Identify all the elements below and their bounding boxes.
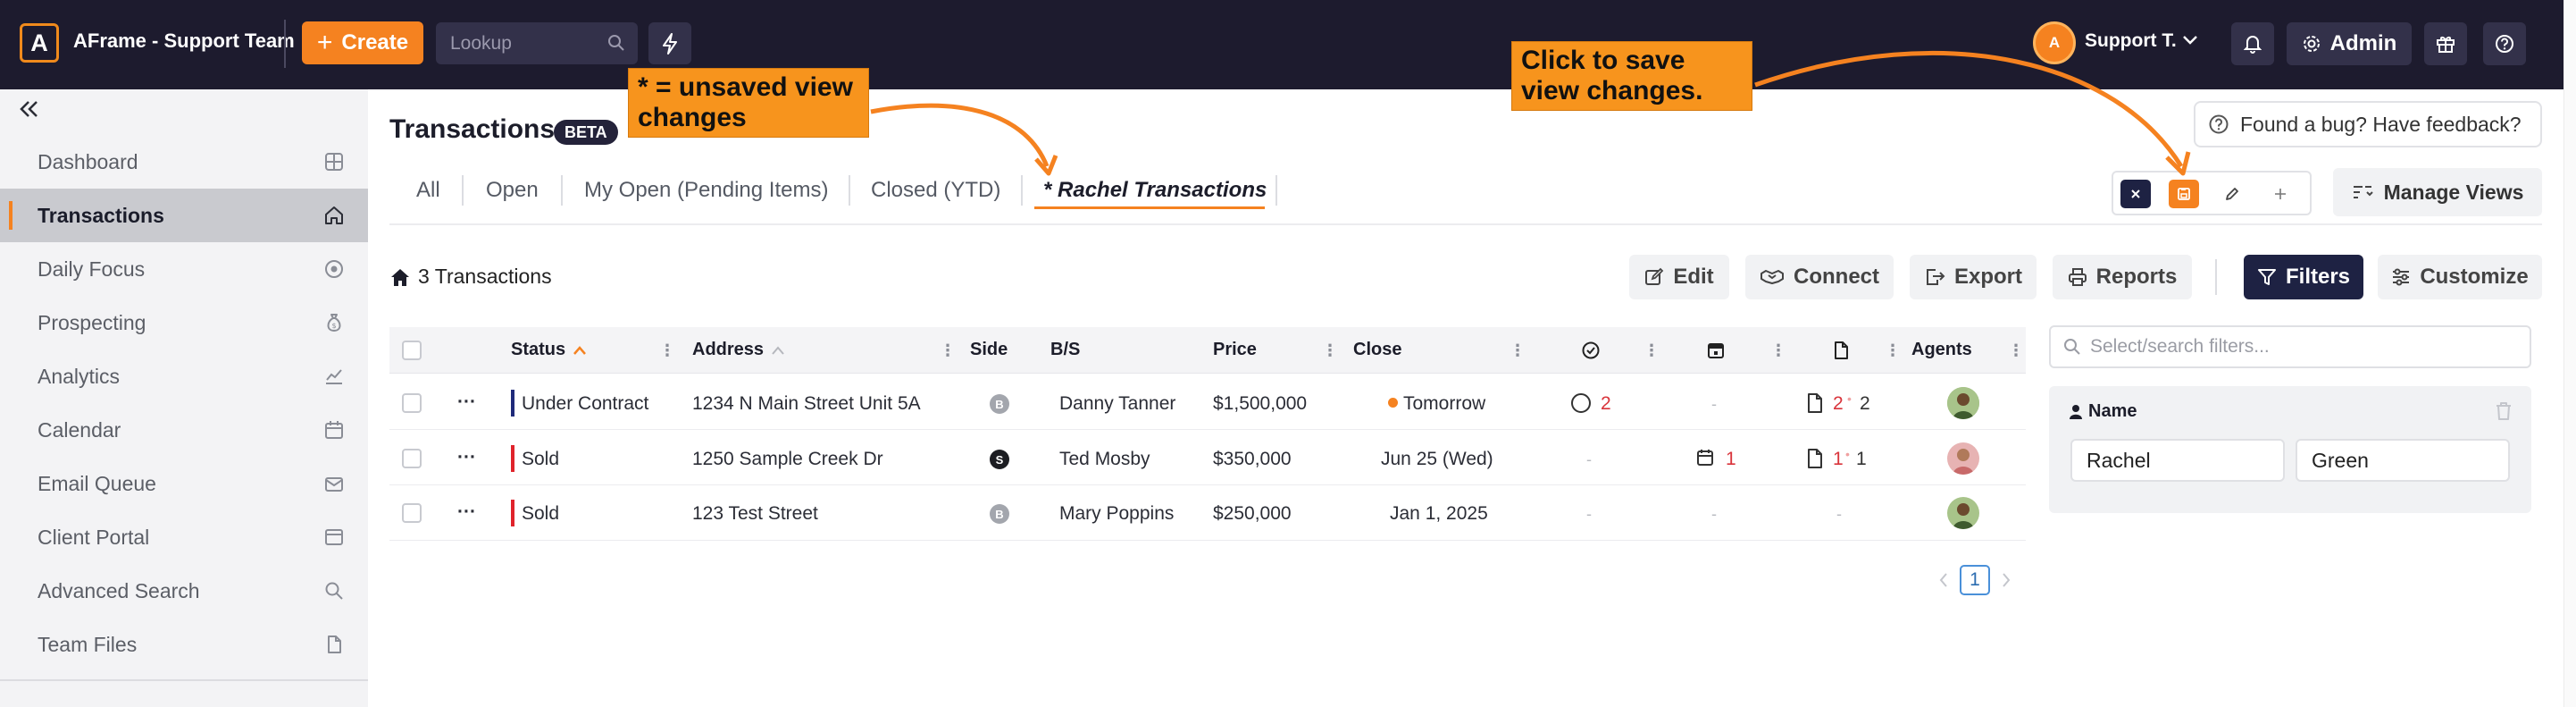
annotation-arrows bbox=[870, 50, 2191, 176]
annotation-unsaved-changes: * = unsaved view changes bbox=[628, 68, 869, 138]
annotation-save-view: Click to save view changes. bbox=[1511, 41, 1752, 111]
